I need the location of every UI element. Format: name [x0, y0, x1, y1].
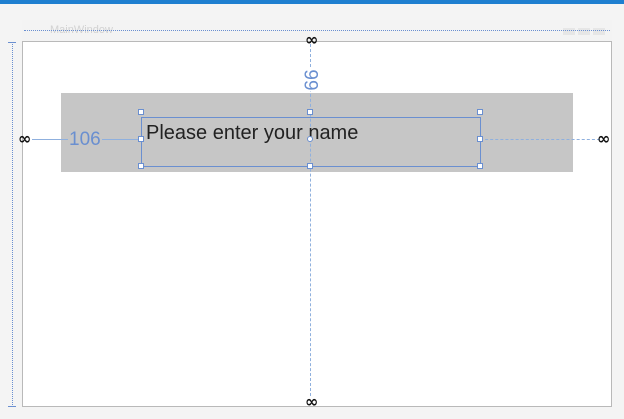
resize-handle-right[interactable] [477, 136, 483, 142]
bottom-anchor-link-icon[interactable]: ∞ [305, 394, 318, 410]
top-margin-value: 99 [299, 68, 321, 92]
center-handle[interactable] [307, 136, 313, 142]
selection-edge-left [12, 42, 13, 407]
textbox-text: Please enter your name [146, 122, 359, 144]
selection-tick-top [8, 42, 16, 43]
vertical-center-guide [310, 44, 311, 396]
resize-handle-bottom-left[interactable] [138, 163, 144, 169]
resize-handle-left[interactable] [138, 136, 144, 142]
left-anchor-link-icon[interactable]: ∞ [18, 131, 31, 147]
resize-handle-top-right[interactable] [477, 109, 483, 115]
resize-handle-bottom-right[interactable] [477, 163, 483, 169]
top-anchor-link-icon[interactable]: ∞ [305, 32, 318, 48]
right-margin-guide [480, 139, 600, 140]
resize-handle-bottom[interactable] [307, 163, 313, 169]
selection-tick-bottom [8, 406, 16, 407]
resize-handle-top[interactable] [307, 109, 313, 115]
right-anchor-broken-link-icon[interactable]: ∞ [597, 131, 610, 147]
left-margin-value: 106 [68, 129, 102, 150]
resize-handle-top-left[interactable] [138, 109, 144, 115]
